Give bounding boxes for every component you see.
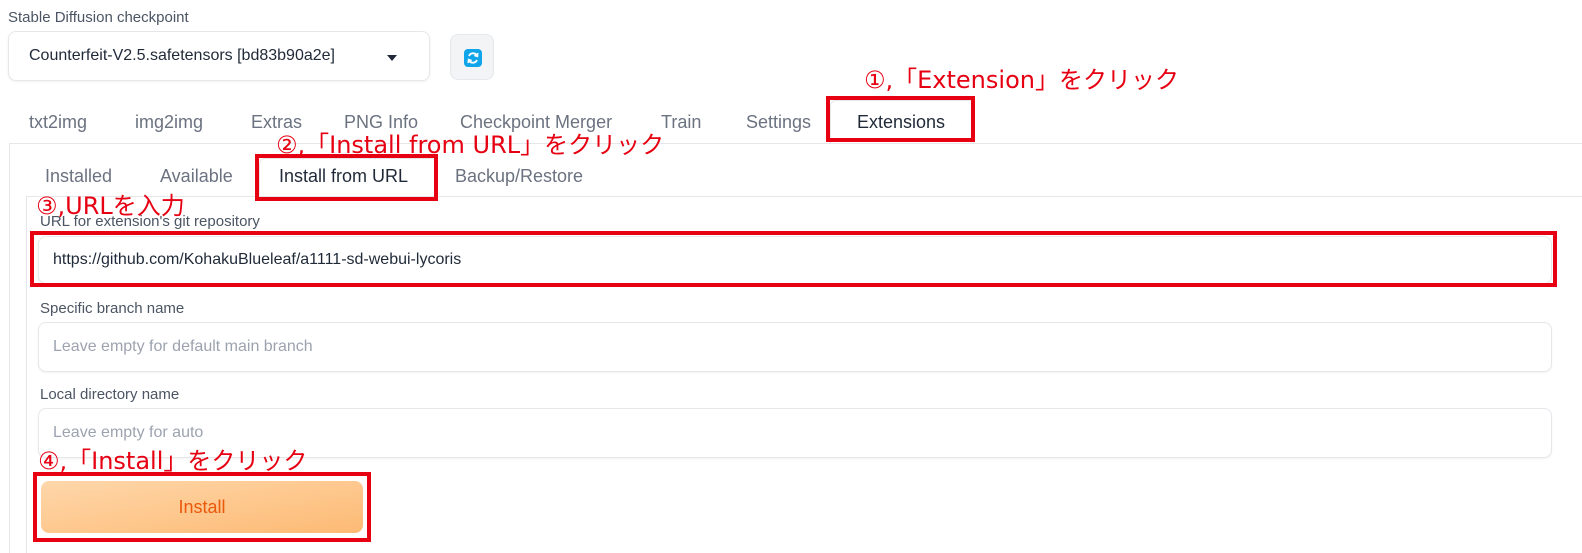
- annotation-step2: ②,「Install from URL」をクリック: [276, 131, 665, 159]
- subpanel-border: [26, 196, 27, 553]
- checkpoint-dropdown[interactable]: Counterfeit-V2.5.safetensors [bd83b90a2e…: [8, 31, 430, 81]
- branch-field-label: Specific branch name: [40, 300, 185, 317]
- annotation-step4: ④,「Install」をクリック: [38, 447, 308, 475]
- subtab-backup-restore[interactable]: Backup/Restore: [455, 166, 583, 187]
- annotation-step1: ①,「Extension」をクリック: [864, 66, 1179, 94]
- tab-img2img[interactable]: img2img: [135, 112, 203, 133]
- tab-txt2img[interactable]: txt2img: [29, 112, 87, 133]
- checkpoint-value: Counterfeit-V2.5.safetensors [bd83b90a2e…: [29, 47, 335, 64]
- annotation-step3: ③,URLを入力: [36, 192, 185, 220]
- annotation-box-install-from-url: [255, 154, 438, 201]
- refresh-button[interactable]: [450, 34, 494, 80]
- subtab-available[interactable]: Available: [160, 166, 233, 187]
- checkpoint-label: Stable Diffusion checkpoint: [8, 9, 189, 26]
- annotation-box-extensions: [826, 96, 975, 142]
- directory-field-label: Local directory name: [40, 386, 180, 403]
- subtab-installed[interactable]: Installed: [45, 166, 112, 187]
- caret-down-icon: [387, 55, 397, 61]
- branch-input[interactable]: [38, 322, 1552, 372]
- tab-settings[interactable]: Settings: [746, 112, 811, 133]
- annotation-box-install: [33, 472, 371, 542]
- annotation-box-url: [30, 231, 1557, 287]
- tab-train[interactable]: Train: [661, 112, 701, 133]
- refresh-icon: [464, 49, 482, 67]
